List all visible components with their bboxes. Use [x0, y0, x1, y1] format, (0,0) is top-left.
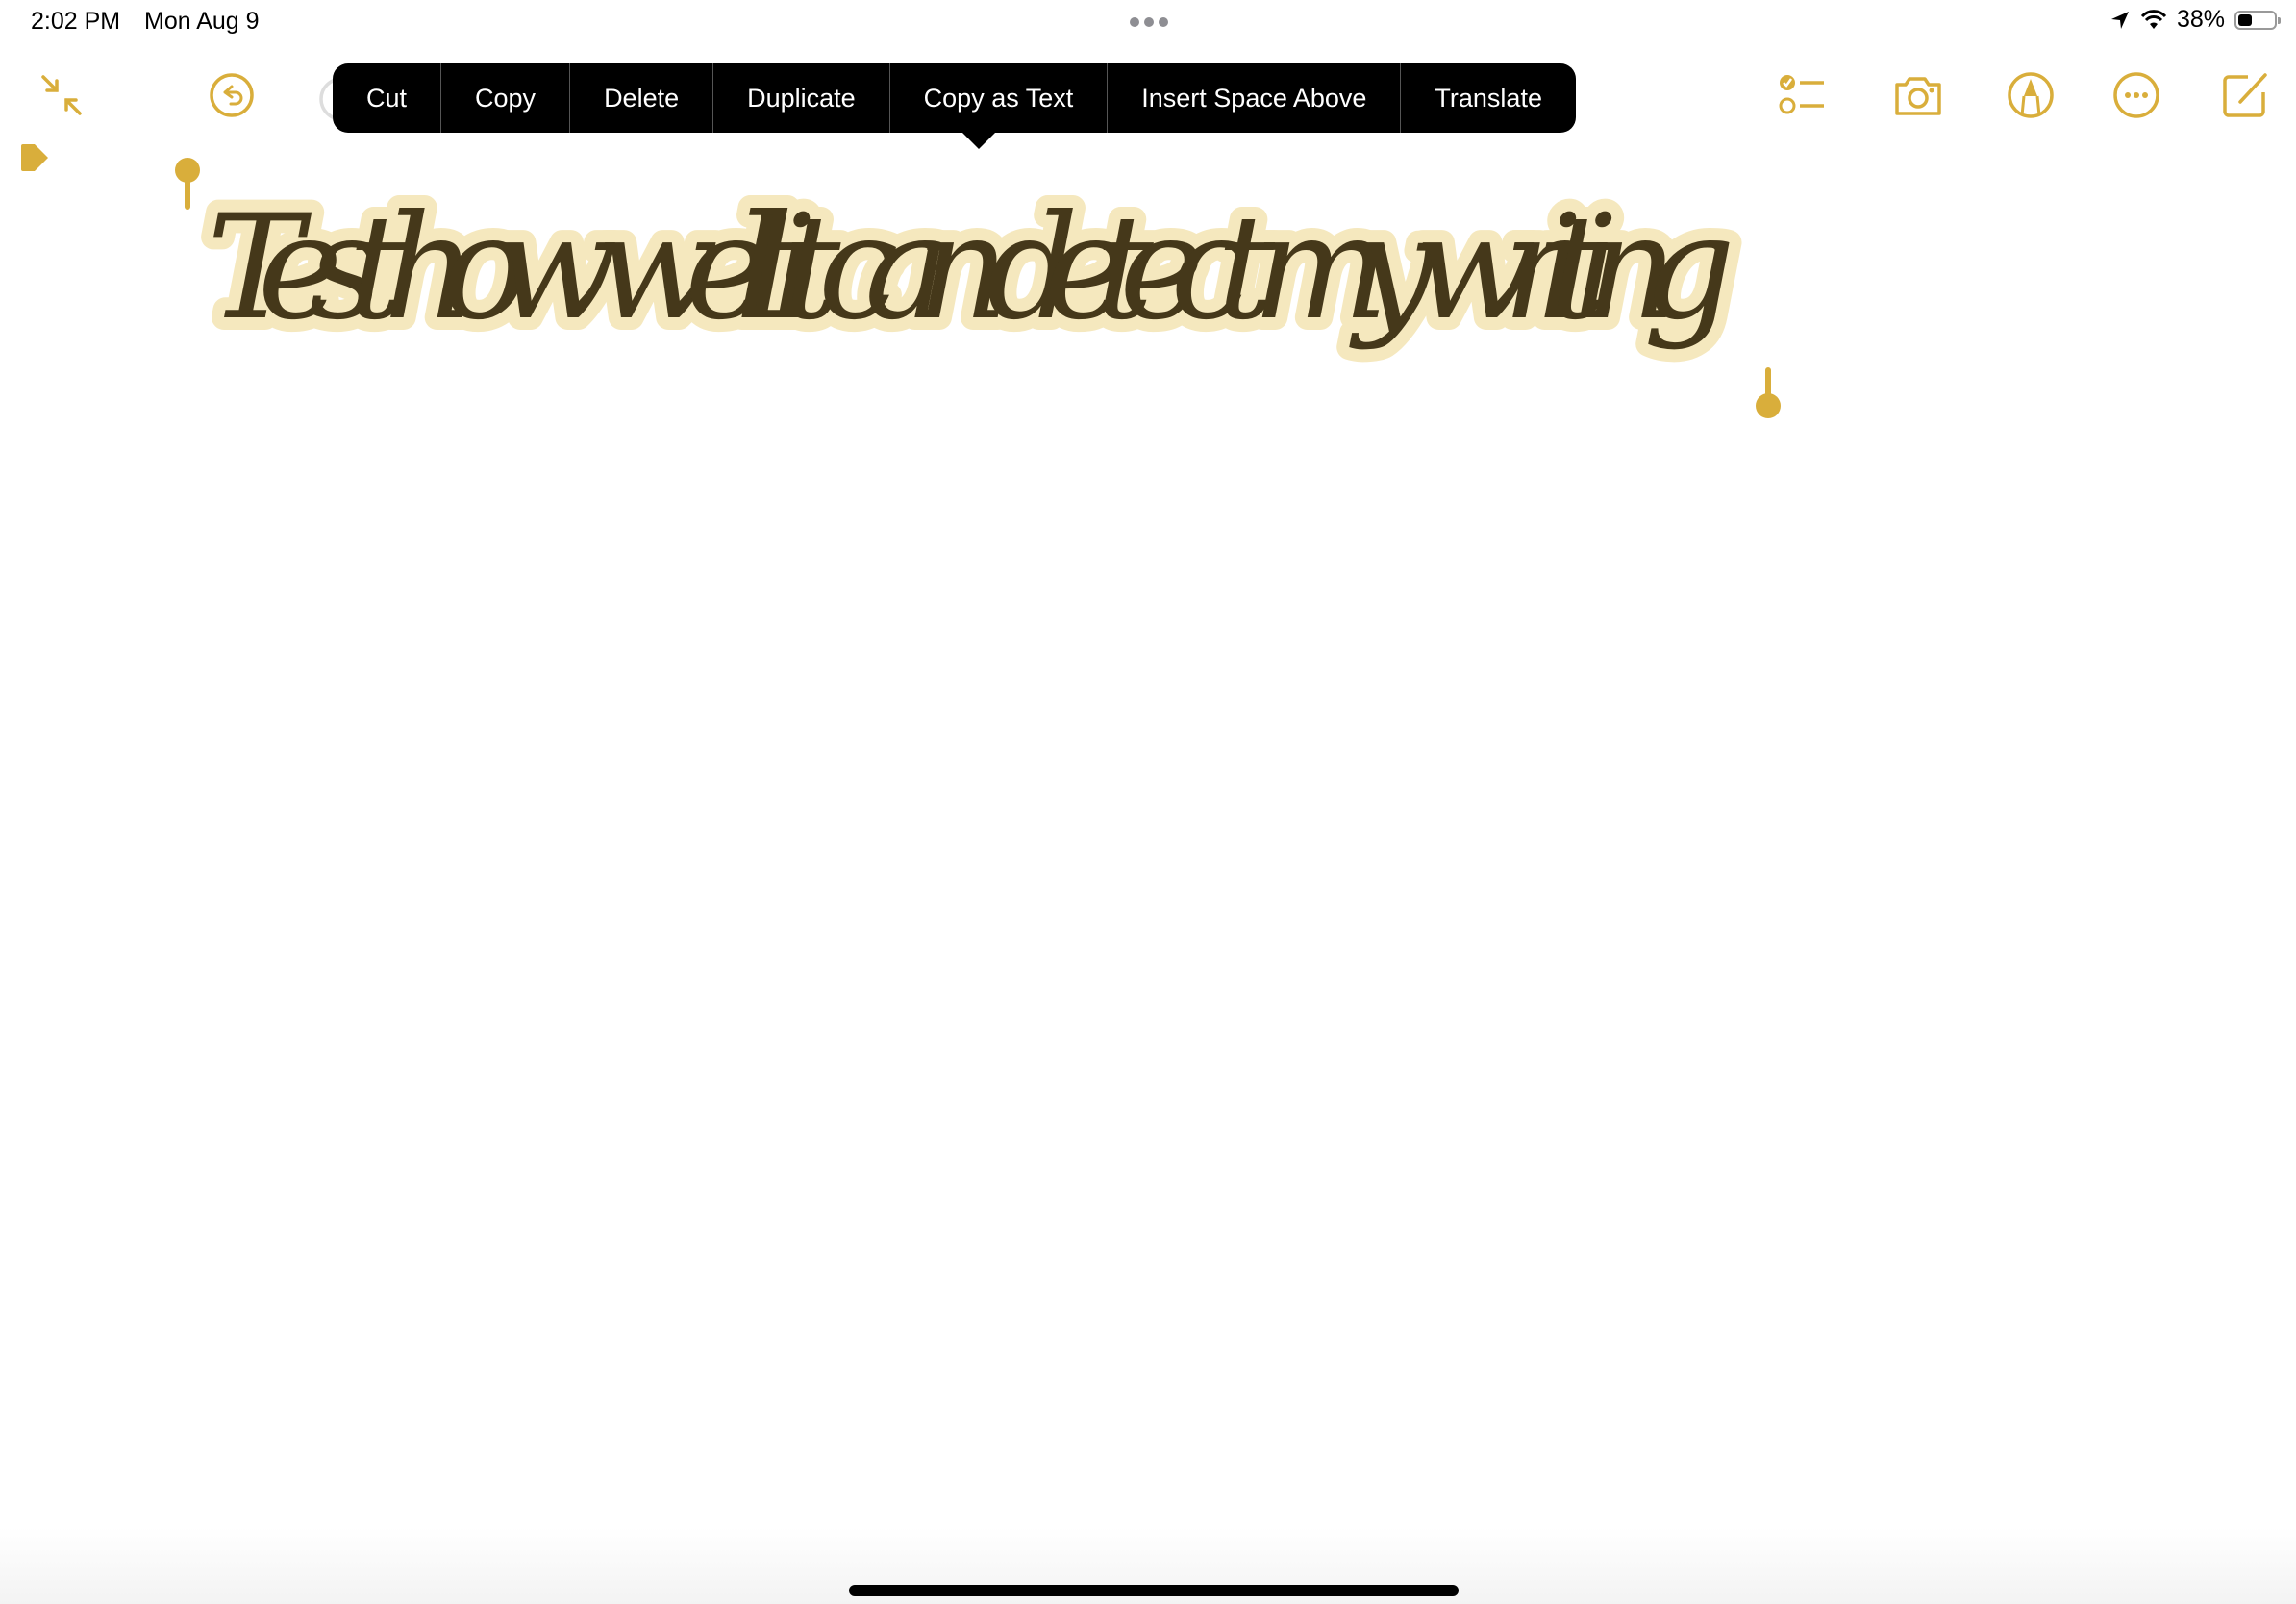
menu-item-translate[interactable]: Translate: [1401, 63, 1576, 133]
battery-icon: [2234, 10, 2281, 30]
markup-icon: [2008, 72, 2054, 118]
undo-icon: [210, 73, 254, 117]
more-button[interactable]: [2110, 69, 2162, 121]
more-icon: [2113, 72, 2159, 118]
menu-item-insert-space-above[interactable]: Insert Space Above: [1108, 63, 1402, 133]
compose-icon: [2223, 73, 2267, 117]
selection-handle-end[interactable]: [1756, 367, 1781, 418]
compose-button[interactable]: [2219, 69, 2271, 121]
status-right: 38%: [2109, 6, 2281, 34]
status-time: 2:02 PM: [31, 8, 121, 35]
selection-handle-start[interactable]: [175, 158, 200, 210]
battery-percent: 38%: [2176, 6, 2225, 33]
menu-item-cut[interactable]: Cut: [333, 63, 442, 133]
undo-button[interactable]: [206, 69, 258, 121]
collapse-button[interactable]: [36, 69, 87, 121]
home-indicator[interactable]: [849, 1585, 1459, 1596]
multitasking-dots-icon[interactable]: [1130, 17, 1168, 27]
status-date: Mon Aug 9: [144, 8, 260, 35]
markup-button[interactable]: [2005, 69, 2057, 121]
menu-item-delete[interactable]: Delete: [570, 63, 714, 133]
checklist-button[interactable]: [1778, 69, 1830, 121]
location-arrow-icon: [2110, 11, 2129, 29]
collapse-icon: [41, 75, 82, 115]
checklist-icon: [1779, 75, 1824, 114]
menu-item-copy-as-text[interactable]: Copy as Text: [890, 63, 1109, 133]
context-menu: Cut Copy Delete Duplicate Copy as Text I…: [333, 63, 1576, 133]
menu-item-duplicate[interactable]: Duplicate: [713, 63, 890, 133]
wifi-icon: [2140, 9, 2167, 29]
battery-fill: [2238, 13, 2252, 26]
camera-icon: [1895, 77, 1941, 115]
camera-button[interactable]: [1892, 69, 1944, 121]
menu-item-copy[interactable]: Copy: [441, 63, 571, 133]
handwriting-selection[interactable]: Test how well it can detect my writing T…: [0, 144, 2296, 452]
handwriting-text: Test how well it can detect my writing: [207, 185, 1735, 352]
